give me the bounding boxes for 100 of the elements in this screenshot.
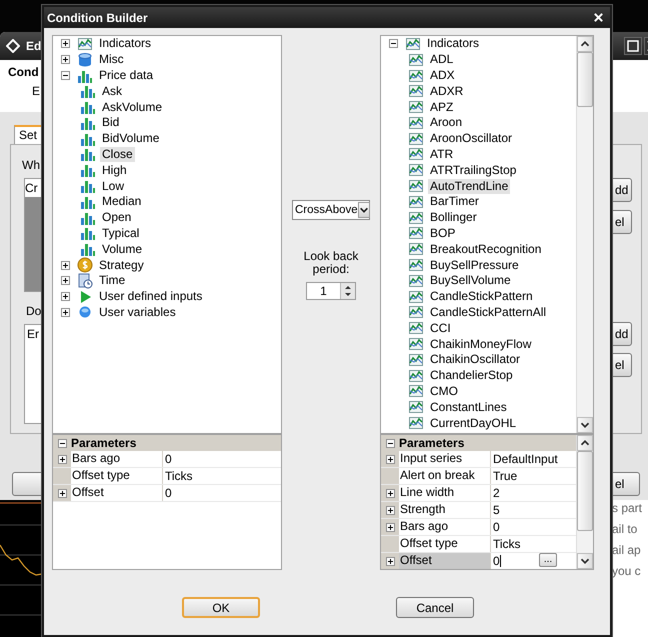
expand-toggle[interactable] [61, 308, 70, 317]
expand-toggle[interactable] [61, 39, 70, 48]
tree-item[interactable]: Aroon [428, 115, 464, 130]
expand-toggle[interactable] [386, 506, 394, 514]
tree-item[interactable]: ADX [428, 68, 457, 83]
scroll-up-icon[interactable] [577, 435, 593, 451]
scroll-down-icon[interactable] [577, 417, 593, 433]
tree-item[interactable]: CandleStickPattern [428, 289, 535, 304]
tree-item[interactable]: Low [100, 178, 126, 194]
expand-toggle[interactable] [61, 276, 70, 286]
tab[interactable]: Set [14, 125, 42, 144]
property-value[interactable]: DefaultInput [493, 452, 558, 466]
property-name[interactable]: Alert on break [399, 468, 491, 484]
expand-toggle[interactable] [61, 260, 70, 270]
expand-toggle[interactable] [386, 488, 394, 498]
list-item[interactable]: Cr [25, 179, 42, 197]
tree-item[interactable]: ADL [428, 52, 456, 68]
expand-toggle[interactable] [386, 522, 394, 532]
scroll-up-icon[interactable] [577, 36, 593, 52]
property-name[interactable]: Line width [399, 485, 491, 501]
expand-toggle[interactable] [386, 556, 394, 566]
close-icon[interactable] [593, 12, 604, 23]
property-name[interactable]: Offset [71, 485, 163, 501]
tree-item[interactable]: User defined inputs [97, 289, 204, 304]
tree-item[interactable]: BreakoutRecognition [428, 242, 544, 257]
property-value[interactable]: 0 [493, 520, 500, 534]
tree-item[interactable]: ConstantLines [428, 400, 509, 415]
expand-toggle[interactable] [58, 454, 66, 464]
tree-item[interactable]: Time [97, 273, 128, 288]
expand-toggle[interactable] [61, 292, 70, 302]
expand-toggle[interactable] [386, 438, 394, 448]
lookback-spinner[interactable]: 1 [306, 282, 356, 300]
ellipsis-button[interactable]: ... [539, 553, 557, 567]
tree-item[interactable]: Ask [100, 84, 124, 99]
property-value[interactable]: Ticks [165, 468, 193, 484]
tree-item[interactable]: CandleStickPatternAll [428, 304, 548, 320]
tree-item[interactable]: High [100, 162, 129, 178]
property-name[interactable]: Bars ago [399, 519, 491, 535]
property-name[interactable]: Offset type [71, 468, 163, 484]
property-value[interactable]: True [493, 468, 518, 484]
expand-toggle[interactable] [61, 70, 70, 80]
property-value[interactable]: 0 [493, 554, 500, 568]
tree-item[interactable]: AroonOscillator [428, 131, 514, 146]
scroll-thumb[interactable] [577, 451, 593, 531]
tree-item[interactable]: AutoTrendLine [428, 178, 510, 194]
property-value[interactable]: 5 [493, 502, 500, 518]
tree-item[interactable]: Volume [100, 242, 144, 257]
tree-item[interactable]: User variables [97, 304, 178, 320]
scrollbar[interactable] [576, 36, 593, 433]
tree-item[interactable]: ChandelierStop [428, 368, 515, 384]
list-item[interactable]: Er [27, 327, 39, 341]
property-name[interactable]: Offset type [399, 536, 491, 552]
tree-item[interactable]: ChaikinOscillator [428, 352, 522, 368]
tree-item[interactable]: CCI [428, 320, 453, 336]
tree-item[interactable]: Strategy [97, 258, 146, 273]
tree-item[interactable]: BidVolume [100, 131, 162, 146]
tree-item[interactable]: BarTimer [428, 194, 481, 210]
dialog-button[interactable]: Cancel [396, 597, 474, 618]
tree-item[interactable]: ChaikinMoneyFlow [428, 336, 534, 352]
tree-item[interactable]: Bid [100, 115, 122, 130]
expand-toggle[interactable] [386, 454, 394, 464]
tree-item[interactable]: Price data [97, 68, 156, 83]
line-chart-icon [408, 304, 424, 320]
tree-item[interactable]: Close [100, 146, 135, 162]
tree-item[interactable]: BOP [428, 226, 458, 241]
property-value[interactable]: 0 [165, 486, 172, 500]
tree-item[interactable]: ADXR [428, 84, 466, 99]
property-name[interactable]: Strength [399, 502, 491, 518]
property-name[interactable]: Bars ago [71, 451, 163, 467]
tree-item[interactable]: AskVolume [100, 100, 164, 115]
property-name[interactable]: Offset [399, 553, 491, 569]
tree-item[interactable]: Typical [100, 226, 142, 241]
tree-item[interactable]: CurrentDayOHL [428, 416, 518, 431]
property-name[interactable]: Input series [399, 451, 491, 467]
tree-item[interactable]: Open [100, 210, 134, 226]
tree-item[interactable]: BuySellVolume [428, 273, 513, 288]
scroll-down-icon[interactable] [577, 553, 593, 569]
tree-item[interactable]: Median [100, 194, 144, 210]
property-value[interactable]: 0 [165, 452, 172, 466]
tree-item[interactable]: Indicators [97, 36, 154, 52]
tree-item[interactable]: Indicators [425, 36, 482, 52]
tree-item[interactable]: CMO [428, 384, 460, 399]
tree-item[interactable]: APZ [428, 100, 456, 115]
tree-item[interactable]: ATR [428, 146, 456, 162]
scrollbar[interactable] [576, 435, 593, 569]
expand-toggle[interactable] [58, 438, 66, 448]
property-value[interactable]: 2 [493, 486, 500, 500]
line-chart-icon [408, 336, 424, 352]
scroll-thumb[interactable] [577, 52, 593, 107]
tree-item[interactable]: BuySellPressure [428, 258, 521, 273]
dialog-button[interactable]: OK [182, 597, 260, 618]
maximize-icon[interactable] [624, 37, 642, 55]
tree-item[interactable]: Misc [97, 52, 126, 68]
tree-item[interactable]: ATRTrailingStop [428, 162, 518, 178]
expand-toggle[interactable] [61, 55, 70, 64]
operator-dropdown[interactable]: CrossAbove [292, 200, 370, 220]
expand-toggle[interactable] [58, 488, 66, 498]
tree-item[interactable]: Bollinger [428, 210, 479, 226]
expand-toggle[interactable] [389, 39, 398, 48]
property-value[interactable]: Ticks [493, 536, 521, 552]
